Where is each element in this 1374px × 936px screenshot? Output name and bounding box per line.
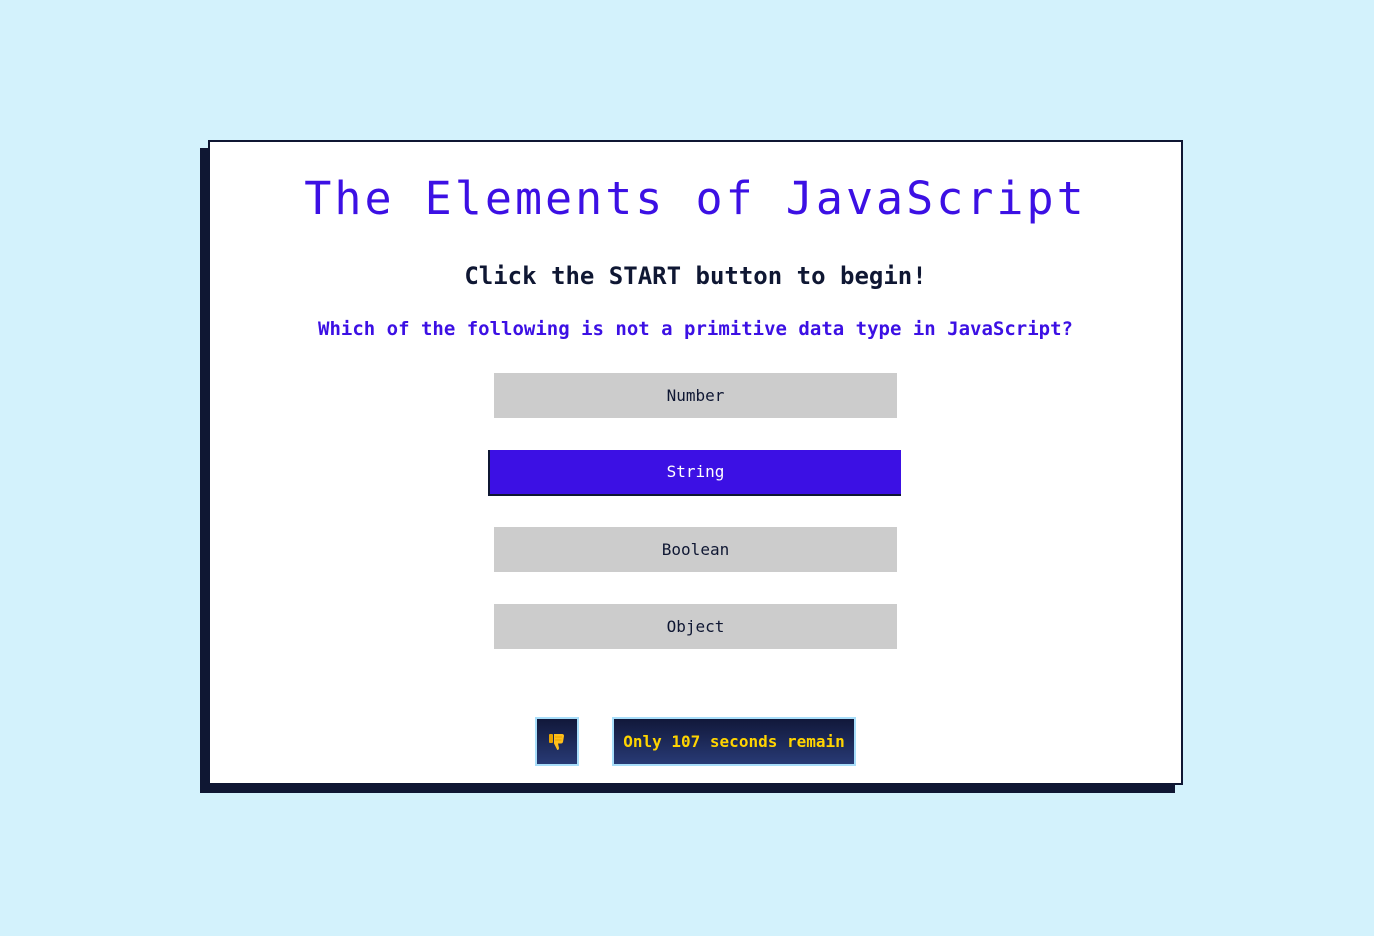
- answer-button-number[interactable]: Number: [494, 373, 897, 418]
- answer-button-boolean[interactable]: Boolean: [494, 527, 897, 572]
- question-text: Which of the following is not a primitiv…: [318, 318, 1073, 340]
- timer-display: Only 107 seconds remain: [612, 717, 856, 766]
- thumbs-down-icon: [549, 733, 564, 750]
- page-title: The Elements of JavaScript: [304, 172, 1087, 225]
- answer-button-string[interactable]: String: [488, 450, 901, 496]
- instruction-text: Click the START button to begin!: [464, 262, 927, 290]
- feedback-indicator: [535, 717, 579, 766]
- quiz-card: The Elements of JavaScript Click the STA…: [208, 140, 1183, 785]
- answer-button-object[interactable]: Object: [494, 604, 897, 649]
